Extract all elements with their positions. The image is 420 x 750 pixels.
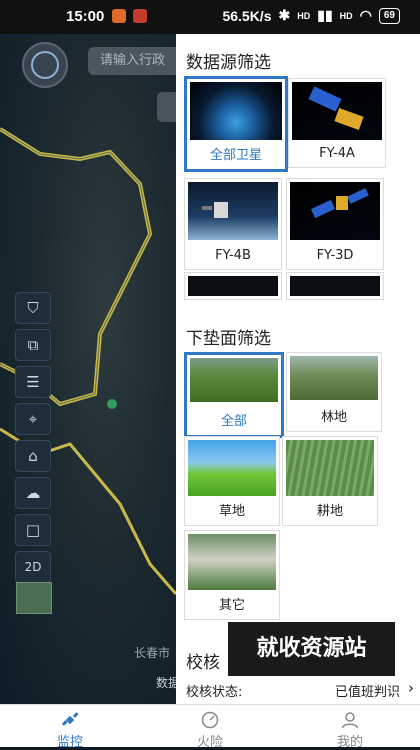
surface-label: 全部 (220, 414, 247, 429)
wifi-icon: ◠ (359, 7, 372, 23)
bottom-tab-bar: 监控 火险 我的 (0, 704, 420, 750)
satellite-icon (310, 188, 369, 219)
square-icon[interactable]: □ (15, 514, 51, 546)
filter-panel: 数据源筛选 全部卫星 FY-4A FY-4B FY-3D 下垫面筛选 全部 林地… (176, 34, 420, 704)
compass-button[interactable] (22, 42, 68, 88)
source-label: 全部卫星 (209, 148, 262, 163)
verify-status-row[interactable]: 校核状态: 已值班判识 › (186, 679, 414, 700)
satellite-earth-image (190, 82, 282, 140)
fire-point[interactable] (107, 399, 117, 409)
app-notification-icon (112, 9, 126, 23)
map-layer-button[interactable] (157, 92, 176, 122)
layers-icon[interactable]: ⧉ (15, 329, 51, 361)
data-source-title: 数据源筛选 (186, 53, 271, 73)
status-time: 15:00 (66, 8, 105, 25)
fy4b-image (188, 182, 278, 240)
tab-label: 监控 (56, 735, 83, 750)
user-icon (341, 712, 359, 729)
signal1-label: HD (297, 10, 311, 21)
source-more[interactable] (286, 272, 384, 300)
2d-toggle-button[interactable]: 2D (15, 551, 51, 583)
satellite-icon (308, 86, 364, 131)
grassland-image (188, 440, 276, 496)
tab-profile[interactable]: 我的 (280, 705, 420, 750)
signal-icon: ▮▮ (317, 7, 333, 23)
forest-image (290, 356, 378, 400)
app-notification-icon (133, 9, 147, 23)
surface-all[interactable]: 全部 (184, 352, 284, 438)
verify-status-value: 已值班判识 (334, 685, 400, 700)
status-bar: 15:00 56.5K/s ✱ HD ▮▮ HD ◠ 69 (0, 0, 420, 34)
source-label: FY-3D (316, 248, 354, 263)
tab-monitor[interactable]: 监控 (0, 705, 140, 750)
surface-farmland[interactable]: 耕地 (282, 436, 378, 526)
village-image (188, 534, 276, 590)
surface-label: 耕地 (316, 504, 343, 519)
more-source-image (188, 276, 278, 296)
source-all-satellites[interactable]: 全部卫星 (184, 76, 288, 172)
cloud-icon[interactable]: ☁ (15, 477, 51, 509)
map-bottom-label: 数据 (156, 676, 176, 690)
source-label: FY-4B (215, 248, 251, 263)
source-more[interactable] (184, 272, 282, 300)
list-icon[interactable]: ☰ (15, 366, 51, 398)
tab-label: 我的 (336, 735, 363, 750)
map-view[interactable]: 请输入行政 ⛉ ⧉ ☰ ⌖ ⌂ ☁ □ 2D 长春市 数据 (0, 34, 176, 704)
tab-fire-risk[interactable]: 火险 (140, 705, 280, 750)
watermark-overlay: 就收资源站 (228, 622, 395, 676)
source-label: FY-4A (319, 146, 355, 161)
surface-label: 林地 (320, 410, 347, 425)
fy4a-image (292, 82, 382, 140)
filter-icon[interactable]: ⛉ (15, 292, 51, 324)
farmland-image (286, 440, 374, 496)
source-fy4b[interactable]: FY-4B (184, 178, 282, 270)
compass-icon (31, 51, 59, 79)
verify-status-label: 校核状态: (186, 685, 243, 700)
surface-grassland[interactable]: 草地 (184, 436, 280, 526)
surface-label: 草地 (218, 504, 245, 519)
map-toolbar: ⛉ ⧉ ☰ ⌖ ⌂ ☁ □ 2D (15, 292, 51, 588)
source-fy4a[interactable]: FY-4A (288, 78, 386, 168)
source-fy3d[interactable]: FY-3D (286, 178, 384, 270)
surface-label: 其它 (218, 598, 245, 613)
locate-icon[interactable]: ⌖ (15, 403, 51, 435)
more-source-image (290, 276, 380, 296)
fy3d-image (290, 182, 380, 240)
field-image (190, 358, 278, 402)
basemap-thumbnail[interactable] (16, 582, 52, 614)
city-label: 长春市 (134, 646, 171, 660)
chevron-right-icon: › (408, 679, 414, 697)
satellite-icon (202, 202, 228, 218)
tab-label: 火险 (196, 735, 223, 750)
satellite-tab-icon (61, 712, 79, 726)
verify-title: 校核 (186, 653, 220, 673)
home-icon[interactable]: ⌂ (15, 440, 51, 472)
surface-forest[interactable]: 林地 (286, 352, 382, 432)
surface-other[interactable]: 其它 (184, 530, 280, 620)
battery-icon: 69 (378, 7, 400, 24)
bluetooth-icon: ✱ (278, 7, 291, 23)
surface-title: 下垫面筛选 (186, 329, 271, 349)
region-search-input[interactable]: 请输入行政 (88, 47, 176, 75)
signal2-label: HD (339, 10, 353, 21)
net-speed: 56.5K/s (222, 7, 272, 24)
gauge-icon (201, 711, 219, 729)
